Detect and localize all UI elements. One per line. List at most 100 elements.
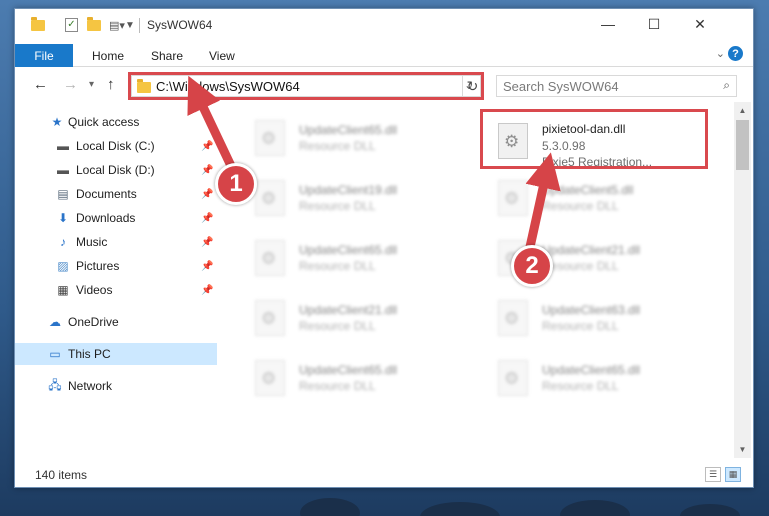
properties-icon[interactable]: ✓ [65, 17, 78, 33]
window-title: SysWOW64 [147, 18, 213, 32]
nav-item-pictures[interactable]: ▨ Pictures 📌 [15, 255, 217, 277]
file-type: Resource DLL [542, 319, 619, 333]
drive-icon: ▬ [57, 139, 69, 153]
nav-item-label: Documents [76, 187, 137, 201]
search-input[interactable] [503, 78, 703, 94]
nav-item-this-pc[interactable]: ▭ This PC [15, 343, 217, 365]
nav-item-videos[interactable]: ▦ Videos 📌 [15, 279, 217, 301]
details-view-icon[interactable]: ☰ [705, 467, 721, 482]
pictures-icon: ▨ [57, 259, 69, 273]
nav-item-label: Downloads [76, 211, 136, 225]
videos-icon: ▦ [57, 283, 69, 297]
nav-item-music[interactable]: ♪ Music 📌 [15, 231, 217, 253]
file-tile[interactable]: UpdateClient19.dll Resource DLL [245, 172, 471, 226]
nav-item-documents[interactable]: ▤ Documents 📌 [15, 183, 217, 205]
file-name: UpdateClient65.dll [542, 363, 641, 377]
nav-item-local-disk-d[interactable]: ▬ Local Disk (D:) 📌 [15, 159, 217, 181]
nav-item-label: Quick access [68, 115, 140, 129]
pin-icon[interactable]: 📌 [201, 213, 213, 224]
file-name: UpdateClient63.dll [542, 303, 641, 317]
file-tile[interactable]: UpdateClient65.dll Resource DLL [488, 352, 714, 406]
file-type: Resource DLL [299, 259, 376, 273]
scroll-thumb[interactable] [736, 120, 749, 170]
network-icon: 🖧 [48, 377, 62, 392]
up-arrow-icon[interactable]: ↑ [107, 76, 115, 93]
dll-file-icon [255, 300, 285, 336]
pin-icon[interactable]: 📌 [201, 261, 213, 272]
folder-icon [31, 16, 45, 33]
item-count: 140 items [35, 468, 88, 482]
pin-icon[interactable]: 📌 [201, 285, 213, 296]
nav-item-network[interactable]: 🖧 Network [15, 375, 217, 397]
status-bar: 140 items ☰ ▦ [15, 463, 753, 487]
file-type: Resource DLL [299, 199, 376, 213]
title-separator [139, 18, 140, 33]
pin-icon[interactable]: 📌 [201, 165, 213, 176]
file-name: UpdateClient65.dll [299, 243, 398, 257]
nav-item-label: Pictures [76, 259, 120, 273]
nav-item-label: OneDrive [68, 315, 119, 329]
download-icon: ⬇ [57, 211, 69, 225]
file-type: Resource DLL [542, 379, 619, 393]
file-tile[interactable]: UpdateClient65.dll Resource DLL [245, 352, 471, 406]
dll-file-icon [498, 360, 528, 396]
close-button[interactable]: ✕ [677, 9, 723, 39]
file-name: UpdateClient65.dll [299, 363, 398, 377]
scroll-up-icon[interactable]: ▲ [734, 102, 751, 119]
customize-quick-access-icon[interactable]: ▤▾ [109, 17, 125, 33]
tab-home[interactable]: Home [92, 49, 124, 63]
nav-item-local-disk-c[interactable]: ▬ Local Disk (C:) 📌 [15, 135, 217, 157]
drive-icon: ▬ [57, 163, 69, 177]
nav-item-label: Music [76, 235, 108, 249]
cloud-icon: ☁ [49, 315, 61, 329]
new-folder-icon[interactable] [87, 16, 101, 33]
dll-file-icon [255, 360, 285, 396]
title-bar: ✓ ▤▾ ▼ SysWOW64 — ☐ ✕ [15, 9, 753, 41]
maximize-button[interactable]: ☐ [631, 9, 677, 39]
file-type: Resource DLL [542, 199, 619, 213]
pin-icon[interactable]: 📌 [201, 141, 213, 152]
file-tile[interactable]: UpdateClient65.dll Resource DLL [245, 232, 471, 286]
tab-file[interactable]: File [15, 44, 73, 67]
search-box[interactable]: ⌕ [496, 75, 737, 97]
music-icon: ♪ [60, 235, 66, 249]
navigation-pane: ★ Quick access ▬ Local Disk (C:) 📌 ▬ Loc… [15, 102, 217, 458]
file-tile[interactable]: UpdateClient21.dll Resource DLL [245, 292, 471, 346]
ribbon-tabs: File Home Share View ⌄ ? [15, 41, 753, 67]
nav-item-label: Network [68, 379, 113, 393]
dll-file-icon [255, 120, 285, 156]
nav-item-label: Videos [76, 283, 113, 297]
nav-item-label: Local Disk (D:) [76, 163, 155, 177]
tiles-view-icon[interactable]: ▦ [725, 467, 741, 482]
computer-icon: ▭ [49, 347, 61, 361]
file-name: UpdateClient21.dll [542, 243, 641, 257]
expand-ribbon-icon[interactable]: ⌄ [716, 47, 725, 60]
minimize-button[interactable]: — [585, 9, 631, 39]
tab-view[interactable]: View [209, 49, 235, 63]
nav-item-onedrive[interactable]: ☁ OneDrive [15, 311, 217, 333]
file-tile[interactable]: UpdateClient63.dll Resource DLL [488, 292, 714, 346]
file-tile[interactable]: UpdateClient5.dll Resource DLL [488, 172, 714, 226]
scroll-down-icon[interactable]: ▼ [734, 441, 751, 458]
file-explorer-window: ✓ ▤▾ ▼ SysWOW64 — ☐ ✕ File Home Share Vi… [14, 8, 754, 488]
help-icon[interactable]: ? [728, 46, 743, 61]
pin-icon[interactable]: 📌 [201, 237, 213, 248]
nav-item-quick-access[interactable]: ★ Quick access [15, 111, 217, 133]
search-icon: ⌕ [723, 78, 730, 92]
file-tile[interactable]: UpdateClient65.dll Resource DLL [245, 112, 471, 166]
nav-item-downloads[interactable]: ⬇ Downloads 📌 [15, 207, 217, 229]
back-arrow-icon[interactable]: ← [33, 76, 48, 93]
navigation-bar: ← → ▾ ↑ C:\Windows\SysWOW64 ⌄ ↻ ⌕ [15, 68, 753, 102]
forward-arrow-icon[interactable]: → [63, 76, 78, 93]
file-type: Resource DLL [299, 379, 376, 393]
file-highlight-box [480, 109, 708, 169]
tab-share[interactable]: Share [151, 49, 183, 63]
vertical-scrollbar[interactable]: ▲ ▼ [734, 102, 751, 458]
quick-access-dropdown-icon[interactable]: ▼ [125, 17, 135, 33]
recent-locations-chevron-icon[interactable]: ▾ [89, 79, 94, 90]
file-name: UpdateClient19.dll [299, 183, 398, 197]
dll-file-icon [498, 180, 528, 216]
pin-icon[interactable]: 📌 [201, 189, 213, 200]
address-highlight-box [128, 72, 484, 100]
callout-badge-1: 1 [215, 163, 257, 205]
